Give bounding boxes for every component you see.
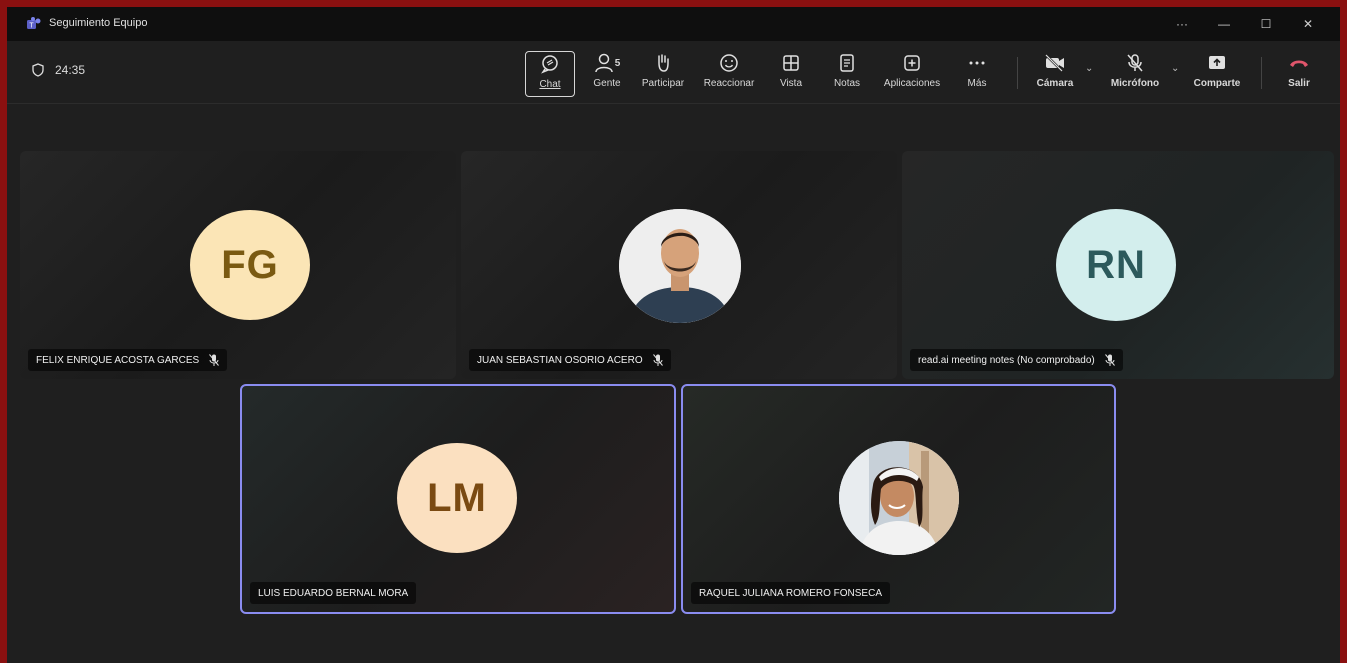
meeting-toolbar: 24:35 Chat 5 Gente Participar Reaccionar…: [7, 41, 1340, 104]
notes-button[interactable]: Notas: [827, 51, 867, 95]
participant-name: read.ai meeting notes (No comprobado): [918, 354, 1095, 366]
avatar: LM: [397, 443, 517, 553]
participant-name: RAQUEL JULIANA ROMERO FONSECA: [699, 587, 882, 599]
person-photo-icon: [619, 209, 741, 323]
hang-up-icon: [1290, 60, 1308, 67]
grid-view-icon: [783, 55, 799, 71]
leave-label: Salir: [1288, 78, 1310, 89]
teams-app-icon: T: [27, 17, 41, 30]
microphone-label: Micrófono: [1110, 78, 1160, 89]
view-label: Vista: [779, 78, 803, 89]
close-button[interactable]: ✕: [1291, 13, 1325, 35]
minimize-button[interactable]: —: [1207, 13, 1241, 35]
participant-name-tag: FELIX ENRIQUE ACOSTA GARCES: [28, 349, 228, 371]
avatar-initials: FG: [221, 242, 279, 287]
share-button[interactable]: Comparte: [1189, 51, 1245, 95]
avatar: FG: [190, 210, 310, 320]
participant-tile[interactable]: FG FELIX ENRIQUE ACOSTA GARCES: [20, 151, 456, 379]
toolbar-divider: [1017, 57, 1018, 89]
react-button[interactable]: Reaccionar: [701, 51, 757, 95]
people-count: 5: [614, 57, 621, 69]
avatar-initials: LM: [427, 475, 487, 520]
more-button[interactable]: Más: [961, 51, 993, 95]
participant-tile[interactable]: RN read.ai meeting notes (No comprobado): [902, 151, 1334, 379]
participant-name: FELIX ENRIQUE ACOSTA GARCES: [36, 354, 200, 366]
teams-window: T Seguimiento Equipo ··· — ☐ ✕ 24:35 Cha…: [7, 7, 1340, 663]
toolbar-divider-2: [1261, 57, 1262, 89]
participant-name: JUAN SEBASTIAN OSORIO ACERO: [477, 354, 643, 366]
profile-photo: [619, 209, 741, 323]
camera-label: Cámara: [1036, 78, 1074, 89]
react-label: Reaccionar: [703, 78, 755, 89]
chat-label: Chat: [539, 79, 561, 90]
leave-button[interactable]: Salir: [1277, 51, 1321, 95]
people-button[interactable]: 5 Gente: [587, 51, 627, 95]
timer-text: 24:35: [55, 63, 86, 77]
avatar: RN: [1056, 209, 1176, 321]
chat-icon: [541, 55, 558, 74]
more-label: Más: [967, 78, 987, 89]
title-bar: T Seguimiento Equipo ··· — ☐ ✕: [7, 7, 1340, 41]
microphone-button[interactable]: Micrófono: [1105, 51, 1165, 95]
person-photo-icon: [839, 441, 959, 555]
camera-button[interactable]: Cámara: [1033, 51, 1077, 95]
view-button[interactable]: Vista: [773, 51, 809, 95]
apps-button[interactable]: Aplicaciones: [879, 51, 945, 95]
more-options-icon[interactable]: ···: [1165, 13, 1199, 35]
maximize-button[interactable]: ☐: [1249, 13, 1283, 35]
raise-hand-label: Participar: [641, 78, 685, 89]
window-title: Seguimiento Equipo: [49, 17, 148, 29]
meeting-timer: 24:35: [31, 63, 85, 77]
notes-label: Notas: [833, 78, 861, 89]
svg-text:T: T: [29, 23, 34, 30]
raise-hand-button[interactable]: Participar: [635, 51, 691, 95]
profile-photo: [839, 441, 959, 555]
people-icon: [594, 53, 613, 73]
share-label: Comparte: [1193, 78, 1241, 89]
add-app-icon: [904, 55, 920, 71]
participant-name-tag: read.ai meeting notes (No comprobado): [910, 349, 1123, 371]
participant-name-tag: RAQUEL JULIANA ROMERO FONSECA: [691, 582, 890, 604]
share-screen-icon: [1209, 56, 1225, 69]
participant-tile-active[interactable]: RAQUEL JULIANA ROMERO FONSECA: [681, 384, 1116, 614]
participant-name-tag: LUIS EDUARDO BERNAL MORA: [250, 582, 417, 604]
participant-name-tag: JUAN SEBASTIAN OSORIO ACERO: [469, 349, 671, 371]
hand-icon: [658, 54, 669, 72]
avatar-initials: RN: [1086, 242, 1146, 287]
microphone-muted-icon: [1104, 354, 1115, 366]
microphone-options-chevron-icon[interactable]: ⌄: [1171, 63, 1179, 74]
participant-tile-active[interactable]: LM LUIS EDUARDO BERNAL MORA: [240, 384, 676, 614]
microphone-off-icon: [1127, 54, 1143, 72]
chat-button[interactable]: Chat: [525, 51, 575, 97]
camera-off-icon: [1045, 54, 1064, 72]
ellipsis-icon: [969, 61, 985, 65]
notes-icon: [840, 54, 854, 72]
participant-name: LUIS EDUARDO BERNAL MORA: [258, 587, 409, 599]
emoji-icon: [720, 54, 738, 72]
participant-tile[interactable]: JUAN SEBASTIAN OSORIO ACERO: [461, 151, 897, 379]
camera-options-chevron-icon[interactable]: ⌄: [1085, 63, 1093, 74]
people-label: Gente: [593, 78, 621, 89]
apps-label: Aplicaciones: [883, 78, 941, 89]
microphone-muted-icon: [209, 354, 220, 366]
shield-icon: [32, 63, 44, 77]
microphone-muted-icon: [652, 354, 663, 366]
